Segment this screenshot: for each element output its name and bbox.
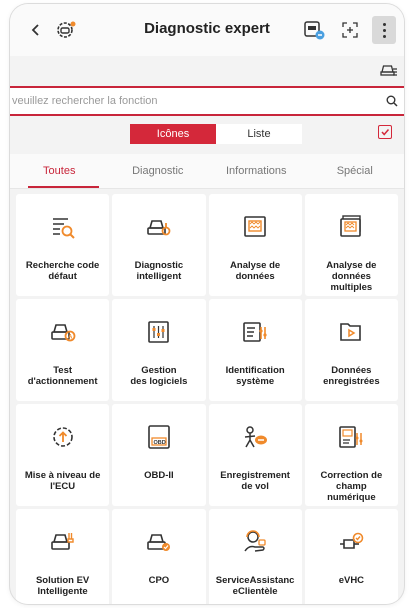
function-tile-flight-record[interactable]: Enregistrement de vol xyxy=(208,404,302,506)
view-toggle: Icônes Liste xyxy=(130,124,302,144)
field-correction-icon xyxy=(338,424,364,450)
recorded-data-icon xyxy=(338,319,364,345)
more-vertical-icon xyxy=(382,22,386,38)
scan-icon xyxy=(342,22,358,38)
obd-icon: OBD xyxy=(146,424,172,450)
scan-button[interactable] xyxy=(338,18,362,42)
icons-view-button[interactable]: Icônes xyxy=(130,124,216,144)
function-label: Enregistrement de vol xyxy=(220,470,290,492)
function-tile-recorded-data[interactable]: Données enregistrées xyxy=(304,299,398,401)
search-bar xyxy=(10,86,404,116)
function-tile-customer-service[interactable]: ServiceAssistanc eClientèle xyxy=(208,509,302,604)
tab-informations[interactable]: Informations xyxy=(207,154,306,188)
function-label: Données enregistrées xyxy=(323,365,380,387)
actuation-test-icon: A xyxy=(50,319,76,345)
vci-device-icon xyxy=(304,21,325,40)
function-tile-ecu-upgrade[interactable]: Mise à niveau de l'ECU xyxy=(16,404,110,506)
select-checkbox[interactable] xyxy=(378,125,392,139)
checkmark-icon xyxy=(381,129,390,136)
function-tile-system-identification[interactable]: Identification système xyxy=(208,299,302,401)
list-view-button[interactable]: Liste xyxy=(216,124,302,144)
more-menu-button[interactable] xyxy=(372,16,396,44)
ecu-upgrade-icon xyxy=(50,424,76,450)
evhc-icon xyxy=(337,529,365,555)
function-label: eVHC xyxy=(338,575,365,586)
function-grid: Recherche code défaut Diagnostic intelli… xyxy=(16,194,398,604)
svg-text:A: A xyxy=(68,335,73,341)
function-label: Correction de champ numérique xyxy=(320,470,383,503)
function-label: CPO xyxy=(148,575,170,586)
smart-diagnostic-icon xyxy=(146,214,172,240)
function-tile-multi-data[interactable]: Analyse de données multiples xyxy=(304,194,398,296)
cpo-icon xyxy=(146,529,172,555)
vci-button[interactable] xyxy=(302,18,326,42)
function-label: Identification système xyxy=(225,365,285,387)
tab-diagnostic[interactable]: Diagnostic xyxy=(109,154,208,188)
function-tile-field-correction[interactable]: Correction de champ numérique xyxy=(304,404,398,506)
fault-code-search-icon xyxy=(50,214,76,240)
function-tile-evhc[interactable]: eVHC xyxy=(304,509,398,604)
tab-special[interactable]: Spécial xyxy=(306,154,405,188)
customer-service-icon xyxy=(241,529,269,555)
vehicle-info-button[interactable] xyxy=(380,62,398,83)
function-label: Solution EV Intelligente xyxy=(35,575,90,597)
function-tile-cpo[interactable]: CPO xyxy=(112,509,206,604)
top-bar: Diagnostic expert xyxy=(10,4,404,56)
function-tile-obd[interactable]: OBD OBD-II xyxy=(112,404,206,506)
function-label: Diagnostic intelligent xyxy=(134,260,184,282)
multi-data-analysis-icon xyxy=(338,214,364,240)
function-label: Recherche code défaut xyxy=(25,260,100,282)
ev-solution-icon xyxy=(50,529,76,555)
function-tile-data-analysis[interactable]: Analyse de données xyxy=(208,194,302,296)
function-tile-actuation-test[interactable]: A Test d'actionnement xyxy=(16,299,110,401)
function-tile-ev-solution[interactable]: Solution EV Intelligente xyxy=(16,509,110,604)
car-info-icon xyxy=(380,65,397,76)
function-label: Analyse de données multiples xyxy=(326,260,377,293)
tab-toutes[interactable]: Toutes xyxy=(10,154,109,188)
function-label: Test d'actionnement xyxy=(27,365,98,387)
data-analysis-icon xyxy=(242,214,268,240)
software-management-icon xyxy=(146,319,172,345)
search-input[interactable] xyxy=(10,92,372,110)
function-label: ServiceAssistanc eClientèle xyxy=(215,575,295,597)
function-tile-smart-diagnostic[interactable]: Diagnostic intelligent xyxy=(112,194,206,296)
system-identification-icon xyxy=(242,319,268,345)
function-tile-fault-code[interactable]: Recherche code défaut xyxy=(16,194,110,296)
function-tile-software-management[interactable]: Gestion des logiciels xyxy=(112,299,206,401)
app-frame: Diagnostic expert veuillez rechercher la… xyxy=(10,4,404,604)
search-icon[interactable] xyxy=(386,94,398,112)
flight-record-icon xyxy=(241,424,269,450)
function-label: OBD-II xyxy=(144,470,174,481)
obd-text: OBD xyxy=(153,440,165,446)
function-label: Analyse de données xyxy=(230,260,281,282)
function-label: Mise à niveau de l'ECU xyxy=(24,470,101,492)
category-tabs: Toutes Diagnostic Informations Spécial xyxy=(10,154,404,189)
function-label: Gestion des logiciels xyxy=(130,365,188,387)
